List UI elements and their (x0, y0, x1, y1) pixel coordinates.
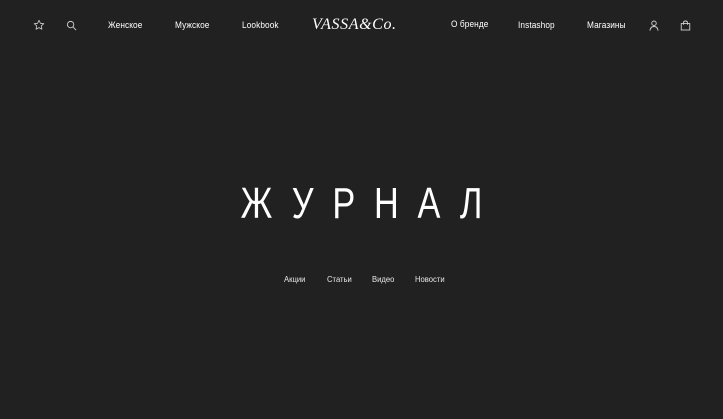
category-news[interactable]: Новости (415, 273, 445, 285)
site-header: Женское Мужское Lookbook VASSA&Co. О бре… (0, 0, 723, 52)
cart-button[interactable] (678, 18, 692, 32)
brand-logo[interactable]: VASSA&Co. (312, 14, 397, 36)
nav-about-brand[interactable]: О бренде (451, 18, 488, 30)
category-promotions[interactable]: Акции (284, 273, 305, 285)
category-articles[interactable]: Статьи (327, 273, 352, 285)
page-title: ЖУРНАЛ (240, 179, 502, 228)
journal-categories: Акции Статьи Видео Новости (0, 273, 723, 287)
nav-stores[interactable]: Магазины (587, 19, 626, 31)
favorites-button[interactable] (32, 18, 46, 32)
account-button[interactable] (647, 18, 661, 32)
category-video[interactable]: Видео (372, 273, 394, 285)
nav-instashop[interactable]: Instashop (518, 19, 555, 31)
bag-icon (680, 20, 690, 30)
nav-men[interactable]: Мужское (175, 19, 209, 31)
nav-lookbook[interactable]: Lookbook (242, 19, 279, 31)
search-icon (66, 20, 76, 30)
search-button[interactable] (64, 18, 78, 32)
nav-women[interactable]: Женское (108, 19, 142, 31)
user-icon (649, 20, 659, 31)
star-icon (33, 19, 45, 30)
